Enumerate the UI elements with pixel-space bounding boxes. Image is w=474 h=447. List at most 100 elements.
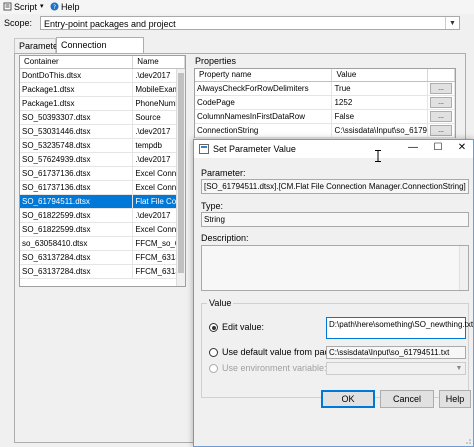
grid-body: DontDoThis.dtsx .\dev2017 Package1.dtsx Mob… (20, 69, 185, 279)
grid-body: AlwaysCheckForRowDelimiters True... CodePa… (195, 82, 455, 138)
table-row[interactable]: SO_57624939.dtsx .\dev2017 (20, 153, 185, 167)
script-icon (3, 2, 12, 11)
property-value-cell: False (332, 110, 429, 123)
parameter-label: Parameter: (201, 168, 246, 178)
property-name-cell: ColumnNamesInFirstDataRow (195, 110, 333, 123)
chevron-down-icon: ▼ (445, 17, 459, 29)
container-cell: SO_63137284.dtsx (20, 251, 134, 264)
help-icon: ? (50, 2, 59, 11)
scrollbar-thumb[interactable] (178, 73, 184, 273)
vertical-scrollbar[interactable] (459, 246, 468, 290)
dialog-title: Set Parameter Value (213, 144, 296, 154)
container-cell: SO_53235748.dtsx (20, 139, 134, 152)
ellipsis-button[interactable]: ... (430, 111, 453, 122)
table-row[interactable]: SO_50393307.dtsx Source (20, 111, 185, 125)
table-row[interactable]: SO_61737136.dtsxExcel Connection (20, 181, 185, 195)
property-name-cell: CodePage (195, 96, 333, 109)
column-header-blank (428, 69, 455, 81)
properties-grid: Property name Value AlwaysCheckForRowDel… (194, 68, 456, 138)
container-cell: SO_50393307.dtsx (20, 111, 134, 124)
ellipsis-cell: ... (428, 96, 455, 109)
table-row[interactable]: Package1.dtsx PhoneNumb... (20, 97, 185, 111)
description-field[interactable] (201, 245, 469, 291)
container-cell: SO_61737136.dtsx (20, 181, 134, 194)
scope-select[interactable]: Entry-point packages and project ▼ (40, 16, 460, 30)
text-cursor-icon (375, 150, 381, 162)
container-cell: SO_61794511.dtsx (20, 195, 134, 208)
description-label: Description: (201, 233, 249, 243)
property-value-cell: 1252 (332, 96, 429, 109)
tab-parameters[interactable]: Parameters (14, 38, 66, 53)
column-header-property-name[interactable]: Property name (195, 69, 333, 81)
minimize-icon[interactable]: — (407, 142, 419, 154)
app-icon (199, 144, 209, 154)
container-cell: SO_53031446.dtsx (20, 125, 134, 138)
ellipsis-button[interactable]: ... (430, 125, 453, 136)
container-cell: SO_61822599.dtsx (20, 209, 134, 222)
property-value-cell: True (332, 82, 429, 95)
chevron-down-icon[interactable]: ▾ (40, 1, 44, 13)
vertical-scrollbar[interactable] (176, 69, 185, 286)
table-row[interactable]: SO_53235748.dtsx tempdb (20, 139, 185, 153)
ellipsis-button[interactable]: ... (430, 97, 453, 108)
table-row[interactable]: SO_53031446.dtsx .\dev2017 (20, 125, 185, 139)
environment-variable-radio (209, 364, 218, 373)
table-row[interactable]: SO_61822599.dtsx .\dev2017 (20, 209, 185, 223)
table-row[interactable]: SO_61794511.dtsxFlat File Conn... (20, 195, 185, 209)
column-header-value[interactable]: Value (332, 69, 429, 81)
environment-variable-select: ▼ (326, 362, 466, 375)
ellipsis-button[interactable]: ... (430, 83, 453, 94)
grid-header: Property name Value (195, 69, 455, 82)
default-value-radio[interactable] (209, 348, 218, 357)
table-row[interactable]: SO_61822599.dtsxExcel Connection (20, 223, 185, 237)
table-row[interactable]: ConnectionString C:\ssisdata\Input\so_617… (195, 124, 455, 138)
dialog-title-bar[interactable]: Set Parameter Value — ☐ ✕ (194, 140, 473, 158)
table-row[interactable]: SO_63137284.dtsxFFCM_63137284 (20, 251, 185, 265)
ellipsis-cell: ... (428, 82, 455, 95)
value-group: Edit value: D:\path\here\something\SO_ne… (201, 303, 473, 398)
table-row[interactable]: CodePage 1252... (195, 96, 455, 110)
help-button[interactable]: Help (439, 390, 471, 408)
edit-value-radio[interactable] (209, 323, 218, 332)
svg-text:?: ? (53, 4, 56, 11)
set-parameter-value-dialog: Set Parameter Value — ☐ ✕ Parameter: [SO… (193, 139, 474, 447)
edit-value-label: Edit value: (222, 322, 265, 332)
type-field[interactable]: String (201, 212, 469, 227)
container-cell: SO_61737136.dtsx (20, 167, 134, 180)
container-cell: DontDoThis.dtsx (20, 69, 134, 82)
type-label: Type: (201, 201, 224, 211)
scope-value: Entry-point packages and project (44, 19, 176, 29)
table-row[interactable]: Package1.dtsx MobileExample (20, 83, 185, 97)
value-group-label: Value (207, 298, 234, 308)
ok-button[interactable]: OK (321, 390, 375, 408)
menu-help[interactable]: Help (61, 1, 80, 13)
table-row[interactable]: AlwaysCheckForRowDelimiters True... (195, 82, 455, 96)
default-value-field[interactable]: C:\ssisdata\Input\so_61794511.txt (326, 346, 466, 359)
parameter-field[interactable]: [SO_61794511.dtsx].[CM.Flat File Connect… (201, 179, 469, 194)
property-name-cell: AlwaysCheckForRowDelimiters (195, 82, 333, 95)
container-cell: SO_61822599.dtsx (20, 223, 134, 236)
menu-script[interactable]: Script (14, 1, 37, 13)
grid-header: Container Name (20, 56, 185, 69)
table-row[interactable]: SO_61737136.dtsxExcel Connection (20, 167, 185, 181)
property-value-cell: C:\ssisdata\Input\so_6179... (334, 124, 429, 137)
ellipsis-cell: ... (428, 110, 455, 123)
environment-variable-label: Use environment variable: (222, 363, 327, 373)
column-header-name[interactable]: Name (133, 56, 185, 68)
table-row[interactable]: so_63058410.dtsx FFCM_so_63... (20, 237, 185, 251)
table-row[interactable]: DontDoThis.dtsx .\dev2017 (20, 69, 185, 83)
close-icon[interactable]: ✕ (456, 142, 468, 154)
edit-value-input[interactable]: D:\path\here\something\SO_newthing.txt (326, 317, 473, 339)
tab-connection-managers[interactable]: Connection Managers (56, 37, 144, 64)
container-cell: Package1.dtsx (20, 97, 134, 110)
scope-row: Scope: Entry-point packages and project … (0, 15, 474, 31)
maximize-icon[interactable]: ☐ (432, 142, 444, 154)
table-row[interactable]: SO_63137284.dtsxFFCM_63137284 (20, 265, 185, 279)
cancel-button[interactable]: Cancel (380, 390, 434, 408)
scope-label: Scope: (4, 18, 33, 28)
properties-label: Properties (195, 56, 237, 66)
column-header-container[interactable]: Container (20, 56, 134, 68)
chevron-down-icon: ▼ (455, 365, 463, 372)
table-row[interactable]: ColumnNamesInFirstDataRow False... (195, 110, 455, 124)
resize-grip-icon[interactable] (463, 436, 471, 444)
